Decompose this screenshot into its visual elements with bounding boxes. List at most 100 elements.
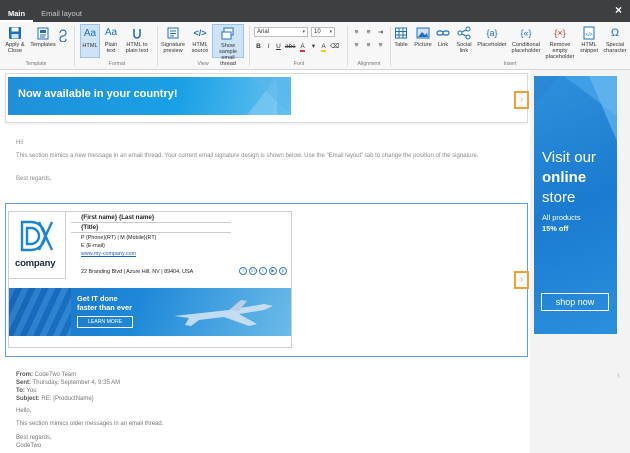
font-size-value: 10 <box>314 29 321 35</box>
html-format-button[interactable]: Aa HTML <box>80 24 100 58</box>
insert-picture-button[interactable]: Picture <box>412 26 434 48</box>
banner-decoration <box>251 77 291 115</box>
templates-button[interactable]: Templates <box>30 26 56 48</box>
plain-text-button[interactable]: Aa Plain text <box>102 26 120 55</box>
chevron-left-icon[interactable]: ‹ <box>617 370 620 381</box>
chevron-right-icon[interactable]: › <box>514 91 529 109</box>
group-separator <box>249 26 250 66</box>
signature-preview-button[interactable]: Signature preview <box>160 26 186 54</box>
font-name-dropdown[interactable]: Arial ▾ <box>254 27 308 37</box>
signature-website-link[interactable]: www.my-company.com <box>81 251 136 258</box>
group-label-template: Template <box>25 61 47 67</box>
close-icon[interactable]: × <box>615 4 622 16</box>
html-snippet-button[interactable]: </> HTML snippet <box>577 26 601 54</box>
linkedin-icon[interactable]: in <box>249 267 257 275</box>
twitter-icon[interactable]: t <box>259 267 267 275</box>
old-message-body: This section mimics older messages in an… <box>16 421 164 427</box>
facebook-icon[interactable]: f <box>239 267 247 275</box>
old-message-to: To: You <box>16 388 37 396</box>
font-size-dropdown[interactable]: 10 ▾ <box>311 27 335 37</box>
indent-icon[interactable]: ⇥ <box>376 28 385 37</box>
shop-now-button[interactable]: shop now <box>541 293 609 311</box>
group-separator <box>74 26 75 66</box>
code-icon: </> <box>193 28 207 38</box>
ad-decoration <box>534 76 617 141</box>
preview-icon <box>165 26 181 40</box>
subject-label: Subject: <box>16 396 40 402</box>
side-ad-banner[interactable]: Visit our online store All products 15% … <box>534 76 617 334</box>
align-left-icon[interactable]: ≡ <box>352 41 361 50</box>
bullet-list-icon[interactable]: ≡ <box>352 28 361 37</box>
numbered-list-icon[interactable]: ≡ <box>364 28 373 37</box>
message-greeting: Hi! <box>16 140 24 146</box>
chevron-right-icon[interactable]: › <box>514 271 529 289</box>
sent-label: Sent: <box>16 380 31 386</box>
apply-close-button[interactable]: Apply & Close <box>4 26 26 54</box>
picture-label: Picture <box>414 42 432 48</box>
html-source-button[interactable]: </> HTML source <box>189 26 211 55</box>
group-label-alignment: Alignment <box>357 61 381 67</box>
highlight-icon[interactable]: ▾ <box>309 42 318 51</box>
show-sample-thread-button[interactable]: Show sample email thread <box>212 24 244 67</box>
ad-line-1: Visit our <box>542 149 596 166</box>
signature-preview-label: Signature preview <box>161 42 185 54</box>
underline-button[interactable]: U <box>274 42 283 51</box>
editor-content[interactable]: Now available in your country! › Hi! Thi… <box>0 70 630 453</box>
plain-text-icon: Aa <box>104 27 118 38</box>
sent-value: Thursday, September 4, 9:35 AM <box>32 380 121 386</box>
html-label: HTML <box>82 43 98 49</box>
apply-close-label: Apply & Close <box>5 42 25 54</box>
signature-block[interactable]: company {First name} {Last name} {Title}… <box>5 203 529 357</box>
pinterest-icon[interactable]: p <box>279 267 287 275</box>
group-separator <box>390 26 391 66</box>
strikethrough-button[interactable]: abc <box>285 42 295 51</box>
remove-placeholder-icon: {×} <box>554 28 566 38</box>
placeholder-icon: {a} <box>486 28 498 38</box>
tab-email-layout[interactable]: Email layout <box>33 6 90 22</box>
divider <box>71 222 231 223</box>
placeholder-label: Placeholder <box>477 42 507 48</box>
italic-button[interactable]: I <box>264 42 273 51</box>
remove-empty-placeholder-button[interactable]: {×} Remove empty placeholder <box>545 26 575 61</box>
signature-banner[interactable]: Get IT done faster than ever LEARN MORE <box>9 288 291 336</box>
special-character-button[interactable]: Ω Special character <box>603 26 627 55</box>
insert-placeholder-button[interactable]: {a} Placeholder <box>477 26 507 49</box>
group-separator <box>347 26 348 66</box>
bold-button[interactable]: B <box>254 42 263 51</box>
company-name: company <box>15 258 56 269</box>
insert-social-link-button[interactable]: Social link <box>453 26 475 54</box>
insert-table-button[interactable]: Table <box>393 26 409 48</box>
undo-redo-button[interactable] <box>58 28 68 44</box>
learn-more-button[interactable]: LEARN MORE <box>77 316 133 328</box>
youtube-icon[interactable]: ▶ <box>269 267 277 275</box>
align-right-icon[interactable]: ≡ <box>376 41 385 50</box>
conditional-placeholder-button[interactable]: {«} Conditional placeholder <box>509 26 543 55</box>
message-closing: Best regards, <box>16 176 52 182</box>
clear-format-icon[interactable]: ⌫ <box>330 42 339 51</box>
group-separator <box>157 26 158 66</box>
availability-banner[interactable]: Now available in your country! <box>8 77 291 115</box>
top-banner-block[interactable]: Now available in your country! › <box>5 73 529 123</box>
signature[interactable]: company {First name} {Last name} {Title}… <box>8 211 292 348</box>
insert-link-button[interactable]: Link <box>436 26 450 48</box>
company-logo-mark <box>20 220 54 252</box>
snippet-icon: </> <box>581 26 597 40</box>
ribbon-toolbar: Apply & Close Templates Template Aa HTML… <box>0 22 630 70</box>
tab-main[interactable]: Main <box>0 6 34 22</box>
table-label: Table <box>394 42 408 48</box>
to-label: To: <box>16 388 25 394</box>
align-center-icon[interactable]: ≡ <box>364 41 373 50</box>
title-bar: Main Email layout × <box>0 0 630 22</box>
background-color-icon[interactable]: A <box>319 42 328 52</box>
svg-text:</>: </> <box>586 32 593 38</box>
from-value: CodeTwo Team <box>34 372 77 378</box>
ad-line-3: store <box>542 189 576 206</box>
link-label: Link <box>437 42 449 48</box>
html-to-plain-button[interactable]: HTML to plain text <box>122 26 152 54</box>
editor-window: Main Email layout × Apply & Close Templa… <box>0 0 630 453</box>
old-message-signoff: CodeTwo <box>16 443 42 449</box>
html-format-icon: Aa <box>83 28 97 39</box>
ad-sub-2: 15% off <box>542 224 569 233</box>
email-thread-icon <box>220 27 236 41</box>
font-color-icon[interactable]: A <box>298 42 307 52</box>
